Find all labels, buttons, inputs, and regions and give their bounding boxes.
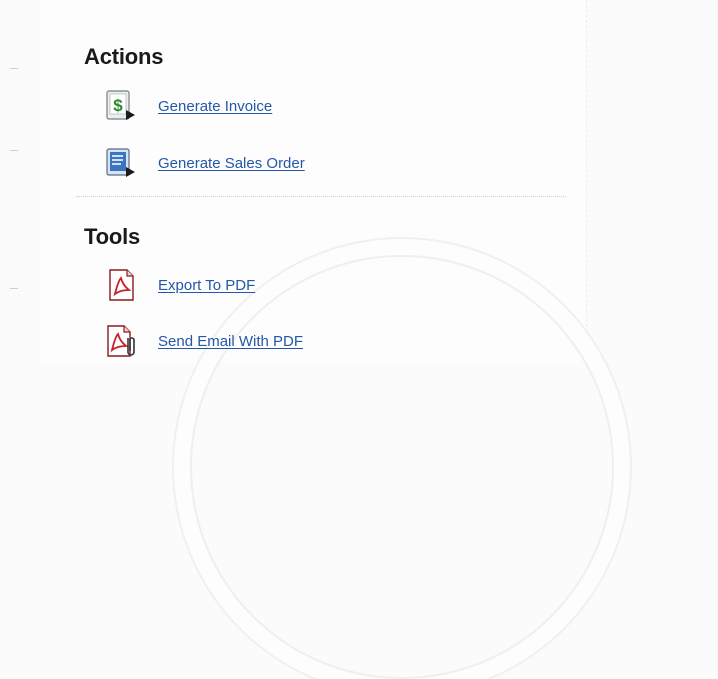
watermark-seal [190, 255, 614, 679]
send-email-with-pdf-link[interactable]: Send Email With PDF [158, 333, 303, 350]
svg-text:$: $ [113, 96, 123, 115]
actions-tools-panel: Actions $ Generate Invoice Generate Sale… [40, 0, 614, 679]
gutter-tick [10, 150, 18, 151]
generate-invoice-row[interactable]: $ Generate Invoice [104, 89, 272, 123]
left-gutter [0, 0, 41, 362]
actions-heading: Actions [84, 44, 164, 69]
gutter-tick [10, 288, 18, 289]
sales-order-icon [104, 146, 138, 180]
pdf-icon [104, 268, 138, 302]
export-to-pdf-link[interactable]: Export To PDF [158, 277, 255, 294]
tools-heading: Tools [84, 224, 141, 249]
pdf-email-icon [104, 324, 138, 358]
section-divider [76, 196, 566, 197]
gutter-tick [10, 68, 18, 69]
generate-sales-order-link[interactable]: Generate Sales Order [158, 155, 305, 172]
generate-sales-order-row[interactable]: Generate Sales Order [104, 146, 305, 180]
generate-invoice-link[interactable]: Generate Invoice [158, 98, 272, 115]
export-to-pdf-row[interactable]: Export To PDF [104, 268, 255, 302]
invoice-icon: $ [104, 89, 138, 123]
send-email-with-pdf-row[interactable]: Send Email With PDF [104, 324, 303, 358]
